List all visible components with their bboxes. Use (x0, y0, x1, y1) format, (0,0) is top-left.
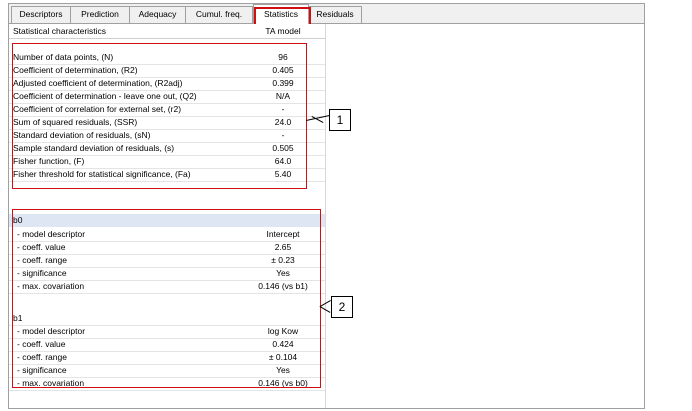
stat-label: Coefficient of determination - leave one… (13, 91, 197, 101)
stat-value: - (281, 104, 285, 114)
coefficient-group-b0-header[interactable]: b0 (9, 214, 325, 227)
stat-row[interactable]: Standard deviation of residuals, (sN) - (9, 129, 325, 143)
coefficient-label: - coeff. range (17, 255, 67, 265)
coefficient-value: ± 0.23 (271, 255, 295, 265)
stat-row[interactable]: Sample standard deviation of residuals, … (9, 142, 325, 156)
tab-cumul-freq[interactable]: Cumul. freq. (185, 6, 253, 23)
coefficient-value: log Kow (267, 326, 299, 336)
stat-row[interactable]: Coefficient of correlation for external … (9, 103, 325, 117)
stat-value: 64.0 (274, 156, 292, 166)
stat-value: - (281, 130, 285, 140)
grid-divider (325, 24, 326, 408)
coefficient-label: - max. covariation (17, 378, 85, 388)
stat-row[interactable]: Sum of squared residuals, (SSR) 24.0 (9, 116, 325, 130)
stat-label: Standard deviation of residuals, (sN) (13, 130, 151, 140)
coefficient-label: - model descriptor (17, 326, 86, 336)
stat-label: Coefficient of correlation for external … (13, 104, 182, 114)
stat-value: 0.405 (272, 65, 294, 75)
coefficient-value: 2.65 (274, 242, 292, 252)
callout-1: 1 (329, 109, 351, 131)
coefficient-label: - coeff. value (17, 242, 66, 252)
stat-row[interactable]: Fisher function, (F) 64.0 (9, 155, 325, 169)
stat-value: N/A (275, 91, 291, 101)
stat-label: Sample standard deviation of residuals, … (13, 143, 175, 153)
tab-prediction[interactable]: Prediction (70, 6, 130, 23)
coefficient-label: - model descriptor (17, 229, 86, 239)
coefficient-value: Yes (276, 365, 290, 375)
coefficient-row[interactable]: - model descriptor log Kow (9, 325, 325, 339)
window-frame: Descriptors Prediction Adequacy Cumul. f… (8, 3, 645, 409)
statistics-panel: Statistical characteristics TA model Num… (9, 24, 644, 408)
stat-label: Coefficient of determination, (R2) (13, 65, 138, 75)
header-characteristics: Statistical characteristics (13, 26, 107, 36)
coefficient-value: ± 0.104 (268, 352, 298, 362)
stat-label: Fisher threshold for statistical signifi… (13, 169, 191, 179)
callout-2: 2 (331, 296, 353, 318)
stat-label: Sum of squared residuals, (SSR) (13, 117, 138, 127)
coefficient-row[interactable]: - coeff. value 2.65 (9, 241, 325, 255)
stat-row[interactable]: Number of data points, (N) 96 (9, 51, 325, 65)
coefficient-value: Yes (276, 268, 290, 278)
stat-label: Adjusted coefficient of determination, (… (13, 78, 183, 88)
coefficient-row[interactable]: - coeff. range ± 0.104 (9, 351, 325, 365)
tab-residuals[interactable]: Residuals (308, 6, 362, 23)
coefficient-row[interactable]: - coeff. range ± 0.23 (9, 254, 325, 268)
coefficient-label: - significance (17, 365, 67, 375)
coefficient-row[interactable]: - max. covariation 0.146 (vs b0) (9, 377, 325, 391)
stat-row[interactable]: Coefficient of determination - leave one… (9, 90, 325, 104)
coefficient-label: - coeff. range (17, 352, 67, 362)
tab-strip: Descriptors Prediction Adequacy Cumul. f… (9, 4, 644, 29)
coefficient-row[interactable]: - model descriptor Intercept (9, 228, 325, 242)
coefficient-label: - max. covariation (17, 281, 85, 291)
coefficient-row[interactable]: - coeff. value 0.424 (9, 338, 325, 352)
stat-value: 96 (278, 52, 288, 62)
coefficient-name: b0 (13, 215, 23, 225)
coefficient-value: 0.146 (vs b0) (258, 378, 308, 388)
coefficient-value: 0.424 (272, 339, 294, 349)
stat-label: Number of data points, (N) (13, 52, 114, 62)
coefficient-name: b1 (13, 313, 23, 323)
coefficient-label: - significance (17, 268, 67, 278)
coefficient-group-b1-header[interactable]: b1 (9, 312, 325, 326)
tab-descriptors[interactable]: Descriptors (11, 6, 71, 23)
tab-statistics[interactable]: Statistics (253, 4, 309, 24)
stat-label: Fisher function, (F) (13, 156, 85, 166)
coefficient-row[interactable]: - significance Yes (9, 364, 325, 378)
coefficient-row[interactable]: - significance Yes (9, 267, 325, 281)
coefficient-value: 0.146 (vs b1) (258, 281, 308, 291)
table-header: Statistical characteristics TA model (9, 24, 325, 39)
stat-row[interactable]: Coefficient of determination, (R2) 0.405 (9, 64, 325, 78)
header-model: TA model (265, 26, 301, 36)
stat-row[interactable]: Adjusted coefficient of determination, (… (9, 77, 325, 91)
tab-adequacy[interactable]: Adequacy (129, 6, 186, 23)
stat-value: 5.40 (274, 169, 292, 179)
coefficient-row[interactable]: - max. covariation 0.146 (vs b1) (9, 280, 325, 294)
stat-value: 0.399 (272, 78, 294, 88)
statistics-window: Descriptors Prediction Adequacy Cumul. f… (0, 0, 692, 411)
coefficient-label: - coeff. value (17, 339, 66, 349)
stat-row[interactable]: Fisher threshold for statistical signifi… (9, 168, 325, 182)
stat-value: 0.505 (272, 143, 294, 153)
coefficient-value: Intercept (266, 229, 300, 239)
